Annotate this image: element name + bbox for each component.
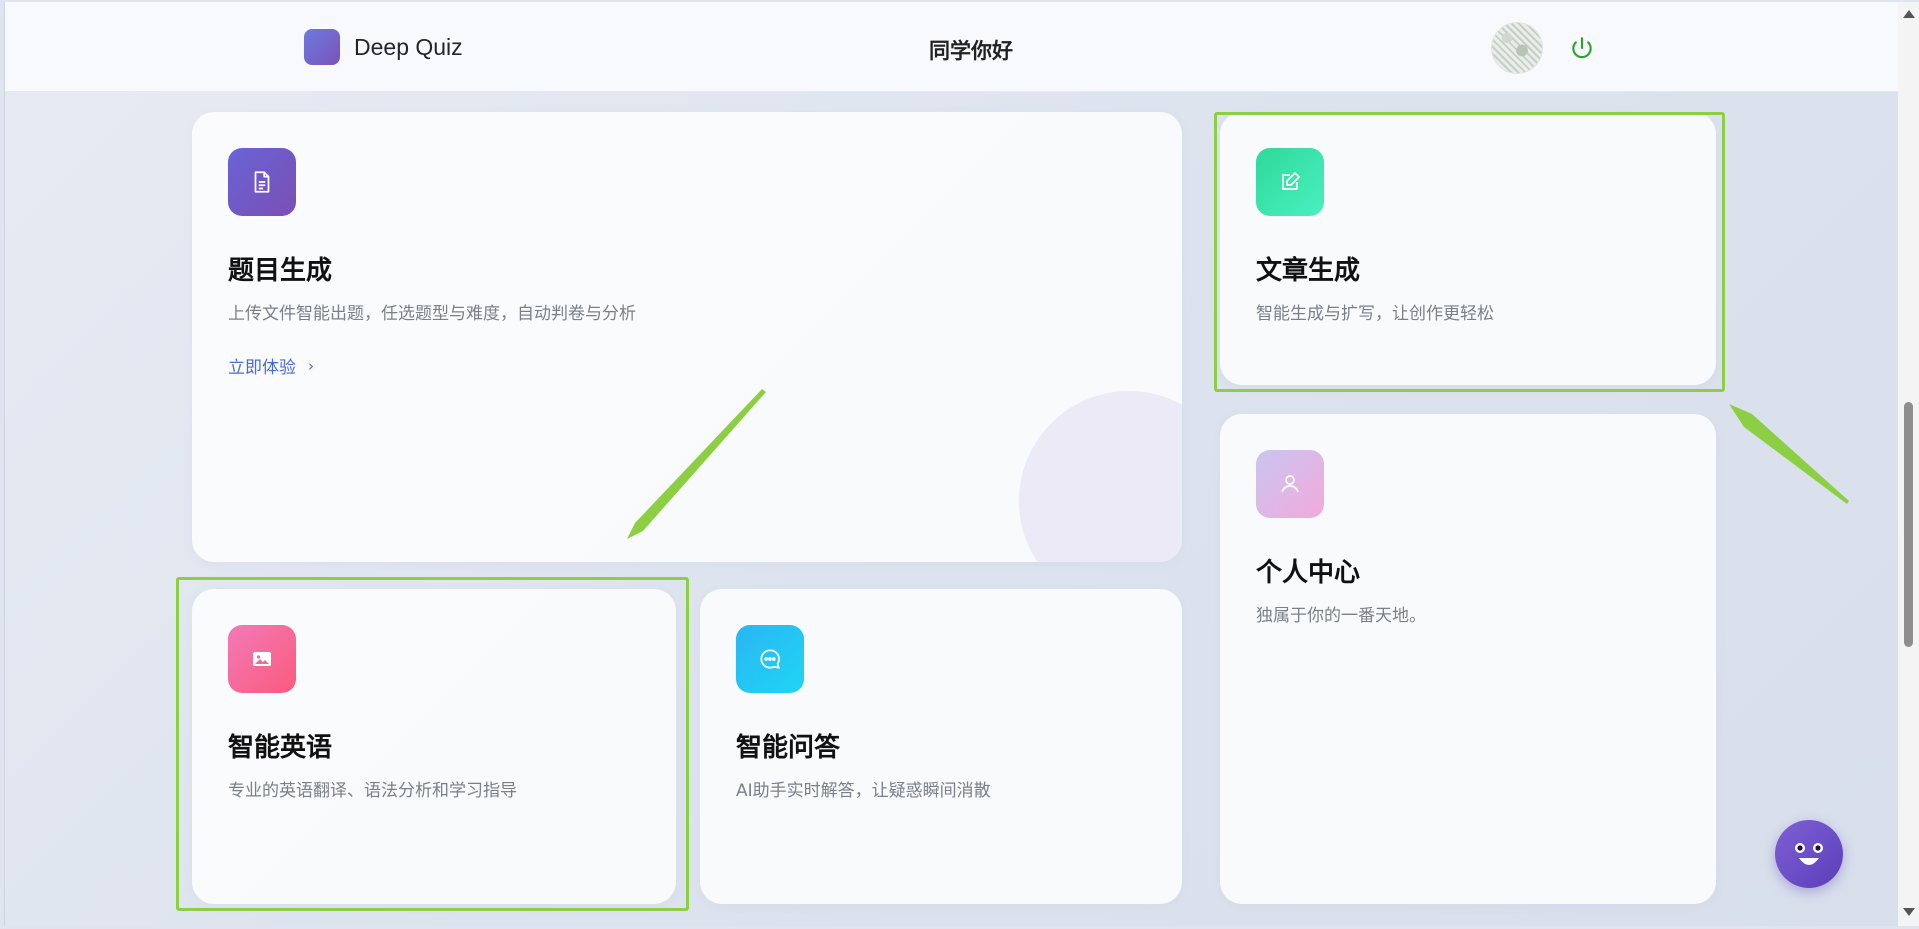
power-icon[interactable]	[1567, 33, 1597, 63]
card-description: 专业的英语翻译、语法分析和学习指导	[228, 781, 517, 801]
card-personal-center[interactable]: 个人中心 独属于你的一番天地。	[1220, 414, 1716, 904]
scroll-up-arrow-icon[interactable]	[1903, 10, 1915, 18]
top-header: Deep Quiz 同学你好	[5, 2, 1898, 92]
chat-icon	[736, 625, 804, 693]
avatar[interactable]	[1491, 22, 1543, 74]
card-article-generation[interactable]: 文章生成 智能生成与扩写，让创作更轻松	[1220, 112, 1716, 385]
image-icon	[228, 625, 296, 693]
card-description: 上传文件智能出题，任选题型与难度，自动判卷与分析	[228, 304, 636, 324]
edit-icon	[1256, 148, 1324, 216]
document-icon	[228, 148, 296, 216]
app-viewport: Deep Quiz 同学你好 题目生成 上传文件智能出题，任选题型与难度，自动判…	[4, 2, 1898, 926]
brand-logo-icon	[304, 29, 340, 65]
card-title: 文章生成	[1256, 256, 1361, 286]
scroll-down-arrow-icon[interactable]	[1903, 908, 1915, 916]
card-title: 题目生成	[228, 256, 333, 286]
vertical-scrollbar[interactable]	[1898, 2, 1919, 926]
card-description: AI助手实时解答，让疑惑瞬间消散	[736, 781, 991, 801]
user-icon	[1256, 450, 1324, 518]
chevron-right-icon: ›	[308, 356, 314, 375]
brand[interactable]: Deep Quiz	[304, 29, 463, 65]
greeting-text: 同学你好	[929, 39, 1013, 63]
scroll-thumb[interactable]	[1904, 402, 1913, 647]
arrow-to-article	[1729, 404, 1849, 504]
card-description: 智能生成与扩写，让创作更轻松	[1256, 304, 1494, 324]
card-title: 个人中心	[1256, 558, 1361, 588]
try-now-label: 立即体验	[228, 358, 296, 378]
chat-bot-icon	[1795, 843, 1823, 865]
card-title: 智能英语	[228, 733, 333, 763]
card-description: 独属于你的一番天地。	[1256, 606, 1426, 626]
try-now-link[interactable]: 立即体验 ›	[228, 353, 314, 379]
card-title: 智能问答	[736, 733, 841, 763]
decorative-circle	[1019, 391, 1182, 562]
brand-name: Deep Quiz	[354, 33, 463, 60]
card-smart-qa[interactable]: 智能问答 AI助手实时解答，让疑惑瞬间消散	[700, 589, 1182, 904]
card-smart-english[interactable]: 智能英语 专业的英语翻译、语法分析和学习指导	[192, 589, 676, 904]
card-quiz-generation[interactable]: 题目生成 上传文件智能出题，任选题型与难度，自动判卷与分析 立即体验 ›	[192, 112, 1182, 562]
chat-bot-button[interactable]	[1775, 820, 1843, 888]
